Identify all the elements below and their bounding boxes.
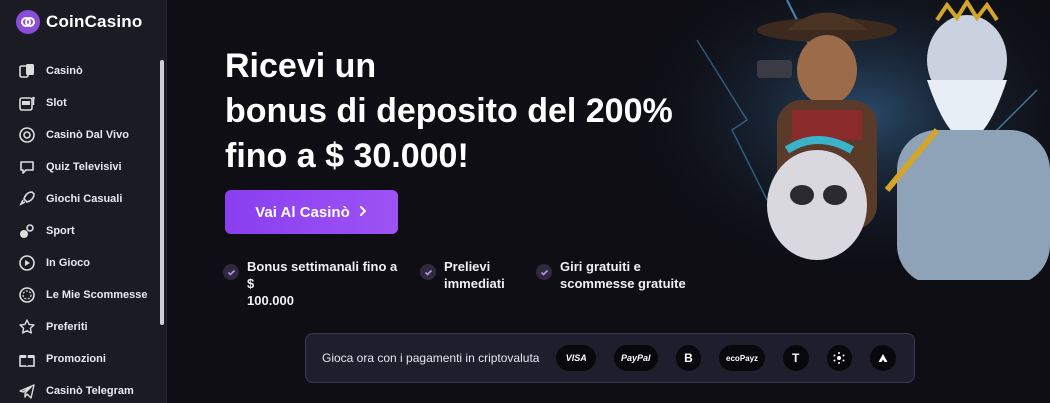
sidebar-item-label: Giochi Casuali — [46, 193, 123, 205]
sidebar-item-my-bets[interactable]: Le Mie Scommesse — [0, 279, 160, 311]
sidebar-item-casino[interactable]: Casinò — [0, 55, 160, 87]
telegram-icon — [18, 382, 36, 400]
crypto-payments-text: Gioca ora con i pagamenti in criptovalut… — [322, 351, 540, 365]
visa-icon: VISA — [556, 345, 597, 371]
tether-icon: T — [782, 345, 809, 371]
sidebar-item-quiz[interactable]: Quiz Televisivi — [0, 151, 160, 183]
logo[interactable]: CoinCasino — [16, 10, 142, 34]
feature-item: Giri gratuiti e scommesse gratuite — [536, 258, 706, 309]
roulette-chip-icon — [18, 126, 36, 144]
go-to-casino-button[interactable]: Vai Al Casinò — [225, 190, 398, 234]
ecopayz-icon: ecoPayz — [719, 345, 765, 371]
feature-item: Bonus settimanali fino a $100.000 — [223, 258, 406, 309]
sidebar: CoinCasino Casinò Slot Casinò Dal Vivo Q… — [0, 0, 167, 403]
sidebar-item-in-play[interactable]: In Gioco — [0, 247, 160, 279]
sidebar-item-promotions[interactable]: Promozioni — [0, 343, 160, 375]
avalanche-icon — [870, 345, 897, 371]
crypto-payments-bar: Gioca ora con i pagamenti in criptovalut… — [305, 333, 915, 383]
headline-line: Ricevi un — [225, 47, 377, 85]
chevron-right-icon — [358, 204, 368, 221]
sidebar-scrollbar[interactable] — [160, 60, 164, 325]
hero-banner: Ricevi un bonus di deposito del 200% fin… — [167, 0, 1050, 403]
sidebar-item-label: Preferiti — [46, 321, 88, 333]
play-icon — [18, 254, 36, 272]
brand-name: CoinCasino — [46, 12, 143, 31]
cardano-icon — [826, 345, 853, 371]
sidebar-item-label: Promozioni — [46, 353, 106, 365]
sidebar-item-favorites[interactable]: Preferiti — [0, 311, 160, 343]
gift-icon — [18, 350, 36, 368]
star-icon — [18, 318, 36, 336]
hero-headline: Ricevi un bonus di deposito del 200% fin… — [225, 44, 705, 179]
sidebar-nav: Casinò Slot Casinò Dal Vivo Quiz Televis… — [0, 55, 160, 403]
sidebar-item-live-casino[interactable]: Casinò Dal Vivo — [0, 119, 160, 151]
sidebar-item-label: Le Mie Scommesse — [46, 289, 148, 301]
check-icon — [223, 264, 239, 280]
feature-list: Bonus settimanali fino a $100.000 Prelie… — [223, 258, 706, 309]
paypal-icon: PayPal — [614, 345, 658, 371]
headline-line: bonus di deposito del 200% — [225, 92, 673, 130]
sidebar-item-label: In Gioco — [46, 257, 90, 269]
sidebar-item-slot[interactable]: Slot — [0, 87, 160, 119]
sidebar-item-label: Casinò Telegram — [46, 385, 134, 397]
sidebar-item-casual-games[interactable]: Giochi Casuali — [0, 183, 160, 215]
sidebar-item-telegram[interactable]: Casinò Telegram — [0, 375, 160, 403]
slot-machine-icon — [18, 94, 36, 112]
logo-icon — [16, 10, 40, 34]
sidebar-item-label: Slot — [46, 97, 67, 109]
check-icon — [420, 264, 436, 280]
sport-icon — [18, 222, 36, 240]
check-icon — [536, 264, 552, 280]
sidebar-item-sport[interactable]: Sport — [0, 215, 160, 247]
cta-label: Vai Al Casinò — [255, 203, 350, 221]
sidebar-item-label: Quiz Televisivi — [46, 161, 122, 173]
feature-text: Prelievi immediati — [444, 259, 505, 291]
chat-bubble-icon — [18, 158, 36, 176]
coin-icon — [18, 286, 36, 304]
sidebar-item-label: Casinò Dal Vivo — [46, 129, 129, 141]
sidebar-item-label: Casinò — [46, 65, 83, 77]
cards-icon — [18, 62, 36, 80]
feature-item: Prelievi immediati — [420, 258, 522, 309]
rocket-icon — [18, 190, 36, 208]
bitcoin-icon: B — [675, 345, 702, 371]
feature-text: Giri gratuiti e scommesse gratuite — [560, 259, 686, 291]
headline-line: fino a $ 30.000! — [225, 137, 469, 175]
sidebar-item-label: Sport — [46, 225, 75, 237]
feature-text: Bonus settimanali fino a $100.000 — [247, 259, 398, 308]
